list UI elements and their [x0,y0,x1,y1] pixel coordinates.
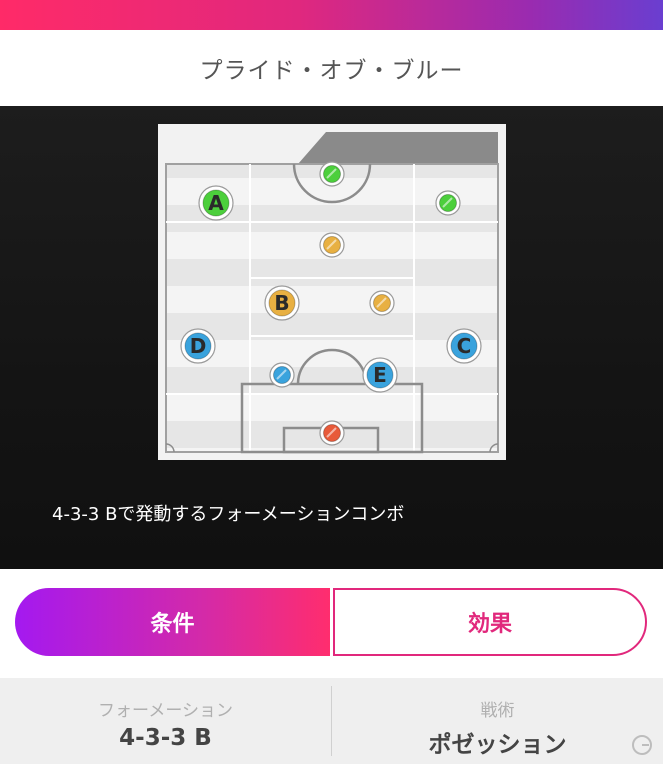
g-logo-icon [632,735,652,755]
player-marker [319,161,345,187]
tactics-label: 戦術 [480,701,515,721]
player-letter: A [208,191,224,215]
player-marker-d: D [180,328,216,364]
player-marker-e: E [362,357,398,393]
player-letter: D [190,334,207,358]
top-gradient-bar [0,0,663,30]
tab-effect[interactable]: 効果 [333,588,647,656]
title-bar: プライド・オブ・ブルー [0,30,663,106]
formation-column: フォーメーション 4-3-3 B [0,678,331,764]
tactics-value: ポゼッション [428,732,567,758]
tab-condition[interactable]: 条件 [15,588,330,656]
tab-condition-label: 条件 [150,612,195,637]
stand-shape [298,132,498,164]
player-marker [319,420,345,446]
player-marker [269,362,295,388]
formation-combo-description: 4-3-3 Bで発動するフォーメーションコンボ [52,504,405,525]
player-letter: E [373,363,387,387]
player-letter: B [274,291,289,315]
tactics-column: 戦術 ポゼッション [332,678,663,764]
player-marker [319,232,345,258]
player-marker-a: A [198,185,234,221]
pitch-diagram: A B D C E [158,124,506,460]
formation-info-panel: フォーメーション 4-3-3 B 戦術 ポゼッション [0,678,663,764]
formation-pitch: A B D C E [158,124,506,460]
page-title: プライド・オブ・ブルー [199,58,464,84]
player-letter: C [457,334,472,358]
formation-value: 4-3-3 B [119,725,212,751]
player-marker-b: B [264,285,300,321]
formation-label: フォーメーション [98,701,233,721]
tab-effect-label: 効果 [467,612,512,637]
player-marker-c: C [446,328,482,364]
player-marker [435,190,461,216]
player-marker [369,290,395,316]
